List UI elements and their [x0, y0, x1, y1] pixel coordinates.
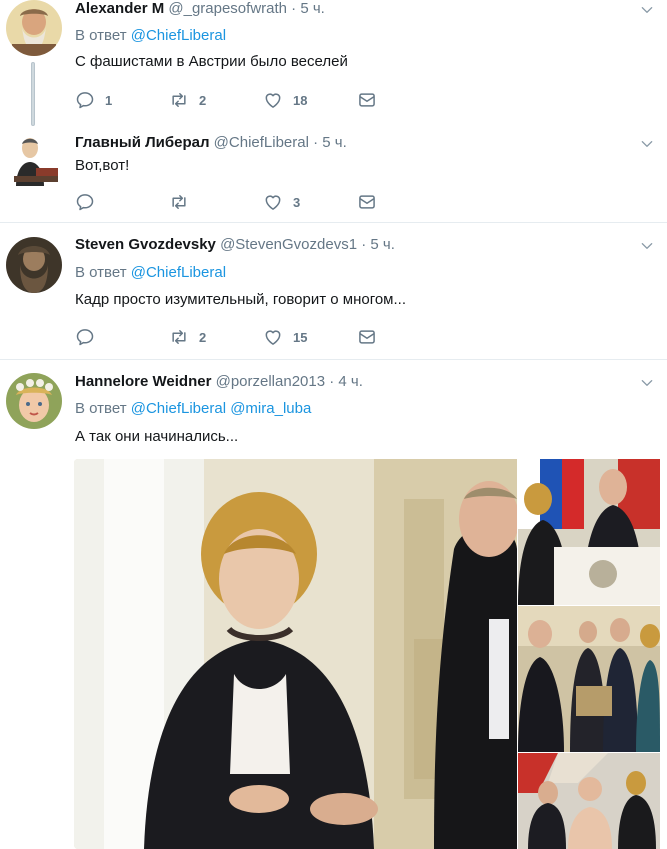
retweet-count: 2 — [199, 329, 207, 345]
username[interactable]: @porzellan2013 — [216, 373, 325, 390]
reply-button[interactable] — [75, 192, 105, 212]
fullname[interactable]: Steven Gvozdevsky — [75, 236, 216, 253]
separator-dot: · — [291, 0, 297, 17]
retweet-button[interactable]: 2 — [169, 90, 206, 110]
retweet-button[interactable] — [169, 192, 199, 212]
reply-icon — [75, 90, 95, 110]
timestamp[interactable]: 4 ч. — [338, 373, 363, 390]
reply-prefix: В ответ — [75, 27, 127, 44]
fullname[interactable]: Главный Либерал — [75, 134, 210, 151]
dm-button[interactable] — [357, 192, 387, 212]
action-bar: 2 15 — [75, 327, 395, 347]
like-count: 15 — [293, 329, 308, 345]
tweet-header: Главный Либерал @ChiefLiberal · 5 ч. — [75, 134, 347, 152]
thread-line — [31, 62, 35, 126]
username[interactable]: @ChiefLiberal — [214, 134, 309, 151]
retweet-icon — [169, 192, 189, 212]
tweet-text: Вот,вот! — [75, 157, 130, 174]
reply-context: В ответ @ChiefLiberal — [75, 27, 226, 45]
reply-count: 1 — [105, 92, 113, 108]
tweet[interactable]: Alexander M @_grapesofwrath · 5 ч. В отв… — [0, 0, 667, 126]
reply-icon — [75, 327, 95, 347]
tweet[interactable]: Главный Либерал @ChiefLiberal · 5 ч. Вот… — [0, 122, 667, 222]
tweet[interactable]: Hannelore Weidner @porzellan2013 · 4 ч. … — [0, 360, 667, 849]
action-bar: 3 — [75, 192, 395, 212]
username[interactable]: @StevenGvozdevs1 — [220, 236, 357, 253]
avatar[interactable] — [6, 130, 62, 186]
reply-context: В ответ @ChiefLiberal @mira_luba — [75, 400, 311, 418]
separator-dot: · — [313, 134, 319, 151]
timestamp[interactable]: 5 ч. — [370, 236, 395, 253]
fullname[interactable]: Alexander M — [75, 0, 164, 17]
reply-prefix: В ответ — [75, 264, 127, 281]
tweet-header: Alexander M @_grapesofwrath · 5 ч. — [75, 0, 325, 18]
avatar[interactable] — [6, 237, 62, 293]
like-button[interactable]: 15 — [263, 327, 307, 347]
username[interactable]: @_grapesofwrath — [168, 0, 287, 17]
mention-link[interactable]: @ChiefLiberal — [131, 400, 226, 417]
media-photo-side-2[interactable] — [518, 606, 660, 752]
heart-icon — [263, 90, 283, 110]
mention-link[interactable]: @ChiefLiberal — [131, 27, 226, 44]
timestamp[interactable]: 5 ч. — [300, 0, 325, 17]
avatar[interactable] — [6, 373, 62, 429]
tweet-header: Hannelore Weidner @porzellan2013 · 4 ч. — [75, 373, 363, 391]
dm-button[interactable] — [357, 327, 387, 347]
reply-prefix: В ответ — [75, 400, 127, 417]
dm-button[interactable] — [357, 90, 387, 110]
media-photo-side-1[interactable] — [518, 459, 660, 605]
reply-context: В ответ @ChiefLiberal — [75, 264, 226, 282]
reply-button[interactable]: 1 — [75, 90, 112, 110]
tweet[interactable]: Steven Gvozdevsky @StevenGvozdevs1 · 5 ч… — [0, 223, 667, 359]
avatar[interactable] — [6, 0, 62, 56]
tweet-text: Кадр просто изумительный, говорит о мног… — [75, 291, 406, 308]
reply-button[interactable] — [75, 327, 105, 347]
fullname[interactable]: Hannelore Weidner — [75, 373, 211, 390]
chevron-down-icon[interactable] — [639, 375, 655, 391]
retweet-icon — [169, 90, 189, 110]
retweet-button[interactable]: 2 — [169, 327, 206, 347]
tweet-header: Steven Gvozdevsky @StevenGvozdevs1 · 5 ч… — [75, 236, 395, 254]
chevron-down-icon[interactable] — [639, 238, 655, 254]
like-button[interactable]: 18 — [263, 90, 307, 110]
like-button[interactable]: 3 — [263, 192, 300, 212]
envelope-icon — [357, 90, 377, 110]
heart-icon — [263, 327, 283, 347]
retweet-count: 2 — [199, 92, 207, 108]
like-count: 3 — [293, 194, 301, 210]
mention-link[interactable]: @mira_luba — [230, 400, 311, 417]
separator-dot: · — [361, 236, 367, 253]
retweet-icon — [169, 327, 189, 347]
timestamp[interactable]: 5 ч. — [322, 134, 347, 151]
like-count: 18 — [293, 92, 308, 108]
envelope-icon — [357, 327, 377, 347]
reply-icon — [75, 192, 95, 212]
media-photo-main[interactable] — [74, 459, 517, 849]
tweet-text: А так они начинались... — [75, 428, 239, 445]
chevron-down-icon[interactable] — [639, 2, 655, 18]
mention-link[interactable]: @ChiefLiberal — [131, 264, 226, 281]
media-grid — [74, 459, 660, 849]
heart-icon — [263, 192, 283, 212]
tweet-text: С фашистами в Австрии было веселей — [75, 53, 348, 70]
envelope-icon — [357, 192, 377, 212]
separator-dot: · — [329, 373, 335, 390]
chevron-down-icon[interactable] — [639, 136, 655, 152]
media-photo-side-3[interactable] — [518, 753, 660, 849]
action-bar: 1 2 18 — [75, 90, 395, 110]
